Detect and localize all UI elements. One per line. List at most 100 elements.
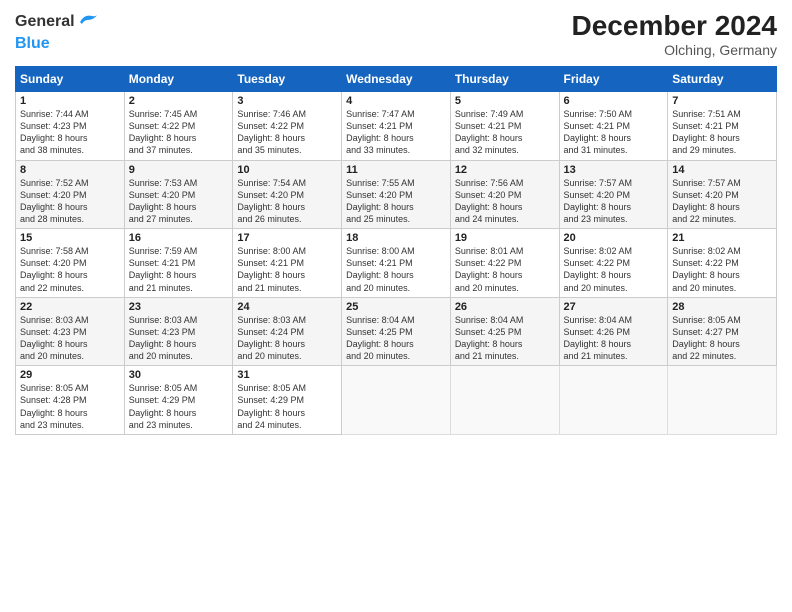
- day-info: Sunrise: 8:01 AM Sunset: 4:22 PM Dayligh…: [455, 245, 555, 294]
- day-number: 20: [564, 232, 664, 244]
- calendar-cell: 30Sunrise: 8:05 AM Sunset: 4:29 PM Dayli…: [124, 366, 233, 435]
- day-info: Sunrise: 8:05 AM Sunset: 4:29 PM Dayligh…: [237, 382, 337, 431]
- calendar-cell: 9Sunrise: 7:53 AM Sunset: 4:20 PM Daylig…: [124, 160, 233, 229]
- day-number: 18: [346, 232, 446, 244]
- calendar-cell: 2Sunrise: 7:45 AM Sunset: 4:22 PM Daylig…: [124, 92, 233, 161]
- logo-general: General: [15, 13, 75, 30]
- day-info: Sunrise: 7:57 AM Sunset: 4:20 PM Dayligh…: [564, 177, 664, 226]
- calendar-cell: 15Sunrise: 7:58 AM Sunset: 4:20 PM Dayli…: [16, 229, 125, 298]
- calendar-cell: [450, 366, 559, 435]
- day-number: 26: [455, 301, 555, 313]
- day-info: Sunrise: 7:54 AM Sunset: 4:20 PM Dayligh…: [237, 177, 337, 226]
- calendar-header-row: SundayMondayTuesdayWednesdayThursdayFrid…: [16, 67, 777, 92]
- day-number: 22: [20, 301, 120, 313]
- col-header-thursday: Thursday: [450, 67, 559, 92]
- day-number: 23: [129, 301, 229, 313]
- header: General Blue December 2024 Olching, Germ…: [15, 10, 777, 58]
- calendar-week-4: 22Sunrise: 8:03 AM Sunset: 4:23 PM Dayli…: [16, 297, 777, 366]
- calendar-cell: 12Sunrise: 7:56 AM Sunset: 4:20 PM Dayli…: [450, 160, 559, 229]
- day-number: 25: [346, 301, 446, 313]
- day-number: 12: [455, 164, 555, 176]
- day-number: 6: [564, 95, 664, 107]
- calendar-cell: 26Sunrise: 8:04 AM Sunset: 4:25 PM Dayli…: [450, 297, 559, 366]
- month-year: December 2024: [572, 10, 777, 42]
- calendar-week-3: 15Sunrise: 7:58 AM Sunset: 4:20 PM Dayli…: [16, 229, 777, 298]
- day-info: Sunrise: 8:05 AM Sunset: 4:29 PM Dayligh…: [129, 382, 229, 431]
- day-number: 21: [672, 232, 772, 244]
- calendar-cell: 5Sunrise: 7:49 AM Sunset: 4:21 PM Daylig…: [450, 92, 559, 161]
- day-number: 19: [455, 232, 555, 244]
- day-number: 4: [346, 95, 446, 107]
- day-info: Sunrise: 7:56 AM Sunset: 4:20 PM Dayligh…: [455, 177, 555, 226]
- day-number: 10: [237, 164, 337, 176]
- day-info: Sunrise: 8:04 AM Sunset: 4:25 PM Dayligh…: [455, 314, 555, 363]
- calendar-cell: 3Sunrise: 7:46 AM Sunset: 4:22 PM Daylig…: [233, 92, 342, 161]
- day-number: 15: [20, 232, 120, 244]
- calendar-cell: 22Sunrise: 8:03 AM Sunset: 4:23 PM Dayli…: [16, 297, 125, 366]
- day-info: Sunrise: 7:45 AM Sunset: 4:22 PM Dayligh…: [129, 108, 229, 157]
- calendar-cell: 17Sunrise: 8:00 AM Sunset: 4:21 PM Dayli…: [233, 229, 342, 298]
- calendar-cell: [668, 366, 777, 435]
- title-block: December 2024 Olching, Germany: [572, 10, 777, 58]
- day-number: 31: [237, 369, 337, 381]
- calendar-week-5: 29Sunrise: 8:05 AM Sunset: 4:28 PM Dayli…: [16, 366, 777, 435]
- day-number: 9: [129, 164, 229, 176]
- day-number: 14: [672, 164, 772, 176]
- day-info: Sunrise: 7:55 AM Sunset: 4:20 PM Dayligh…: [346, 177, 446, 226]
- day-number: 27: [564, 301, 664, 313]
- calendar-table: SundayMondayTuesdayWednesdayThursdayFrid…: [15, 66, 777, 435]
- day-number: 24: [237, 301, 337, 313]
- day-info: Sunrise: 8:02 AM Sunset: 4:22 PM Dayligh…: [672, 245, 772, 294]
- day-number: 13: [564, 164, 664, 176]
- day-number: 11: [346, 164, 446, 176]
- page-container: General Blue December 2024 Olching, Germ…: [0, 0, 792, 612]
- calendar-week-1: 1Sunrise: 7:44 AM Sunset: 4:23 PM Daylig…: [16, 92, 777, 161]
- calendar-cell: 8Sunrise: 7:52 AM Sunset: 4:20 PM Daylig…: [16, 160, 125, 229]
- col-header-monday: Monday: [124, 67, 233, 92]
- calendar-cell: 25Sunrise: 8:04 AM Sunset: 4:25 PM Dayli…: [342, 297, 451, 366]
- calendar-cell: 7Sunrise: 7:51 AM Sunset: 4:21 PM Daylig…: [668, 92, 777, 161]
- day-info: Sunrise: 8:05 AM Sunset: 4:27 PM Dayligh…: [672, 314, 772, 363]
- location: Olching, Germany: [572, 42, 777, 58]
- day-info: Sunrise: 7:57 AM Sunset: 4:20 PM Dayligh…: [672, 177, 772, 226]
- day-info: Sunrise: 7:59 AM Sunset: 4:21 PM Dayligh…: [129, 245, 229, 294]
- day-info: Sunrise: 7:58 AM Sunset: 4:20 PM Dayligh…: [20, 245, 120, 294]
- calendar-cell: 1Sunrise: 7:44 AM Sunset: 4:23 PM Daylig…: [16, 92, 125, 161]
- calendar-cell: 18Sunrise: 8:00 AM Sunset: 4:21 PM Dayli…: [342, 229, 451, 298]
- day-info: Sunrise: 7:46 AM Sunset: 4:22 PM Dayligh…: [237, 108, 337, 157]
- day-info: Sunrise: 8:02 AM Sunset: 4:22 PM Dayligh…: [564, 245, 664, 294]
- calendar-cell: 21Sunrise: 8:02 AM Sunset: 4:22 PM Dayli…: [668, 229, 777, 298]
- calendar-cell: 14Sunrise: 7:57 AM Sunset: 4:20 PM Dayli…: [668, 160, 777, 229]
- col-header-sunday: Sunday: [16, 67, 125, 92]
- day-number: 17: [237, 232, 337, 244]
- day-number: 28: [672, 301, 772, 313]
- calendar-cell: 31Sunrise: 8:05 AM Sunset: 4:29 PM Dayli…: [233, 366, 342, 435]
- day-number: 29: [20, 369, 120, 381]
- day-number: 8: [20, 164, 120, 176]
- day-number: 16: [129, 232, 229, 244]
- day-info: Sunrise: 8:03 AM Sunset: 4:23 PM Dayligh…: [129, 314, 229, 363]
- calendar-cell: 27Sunrise: 8:04 AM Sunset: 4:26 PM Dayli…: [559, 297, 668, 366]
- day-info: Sunrise: 8:00 AM Sunset: 4:21 PM Dayligh…: [346, 245, 446, 294]
- calendar-cell: 4Sunrise: 7:47 AM Sunset: 4:21 PM Daylig…: [342, 92, 451, 161]
- calendar-cell: 16Sunrise: 7:59 AM Sunset: 4:21 PM Dayli…: [124, 229, 233, 298]
- calendar-cell: 29Sunrise: 8:05 AM Sunset: 4:28 PM Dayli…: [16, 366, 125, 435]
- day-info: Sunrise: 8:04 AM Sunset: 4:25 PM Dayligh…: [346, 314, 446, 363]
- calendar-cell: [559, 366, 668, 435]
- day-info: Sunrise: 7:44 AM Sunset: 4:23 PM Dayligh…: [20, 108, 120, 157]
- logo: General Blue: [15, 10, 100, 53]
- day-info: Sunrise: 7:47 AM Sunset: 4:21 PM Dayligh…: [346, 108, 446, 157]
- col-header-friday: Friday: [559, 67, 668, 92]
- calendar-cell: 20Sunrise: 8:02 AM Sunset: 4:22 PM Dayli…: [559, 229, 668, 298]
- calendar-cell: [342, 366, 451, 435]
- day-number: 3: [237, 95, 337, 107]
- col-header-saturday: Saturday: [668, 67, 777, 92]
- day-number: 5: [455, 95, 555, 107]
- calendar-cell: 24Sunrise: 8:03 AM Sunset: 4:24 PM Dayli…: [233, 297, 342, 366]
- day-info: Sunrise: 8:03 AM Sunset: 4:23 PM Dayligh…: [20, 314, 120, 363]
- col-header-wednesday: Wednesday: [342, 67, 451, 92]
- day-number: 30: [129, 369, 229, 381]
- day-number: 7: [672, 95, 772, 107]
- day-info: Sunrise: 7:49 AM Sunset: 4:21 PM Dayligh…: [455, 108, 555, 157]
- day-info: Sunrise: 7:52 AM Sunset: 4:20 PM Dayligh…: [20, 177, 120, 226]
